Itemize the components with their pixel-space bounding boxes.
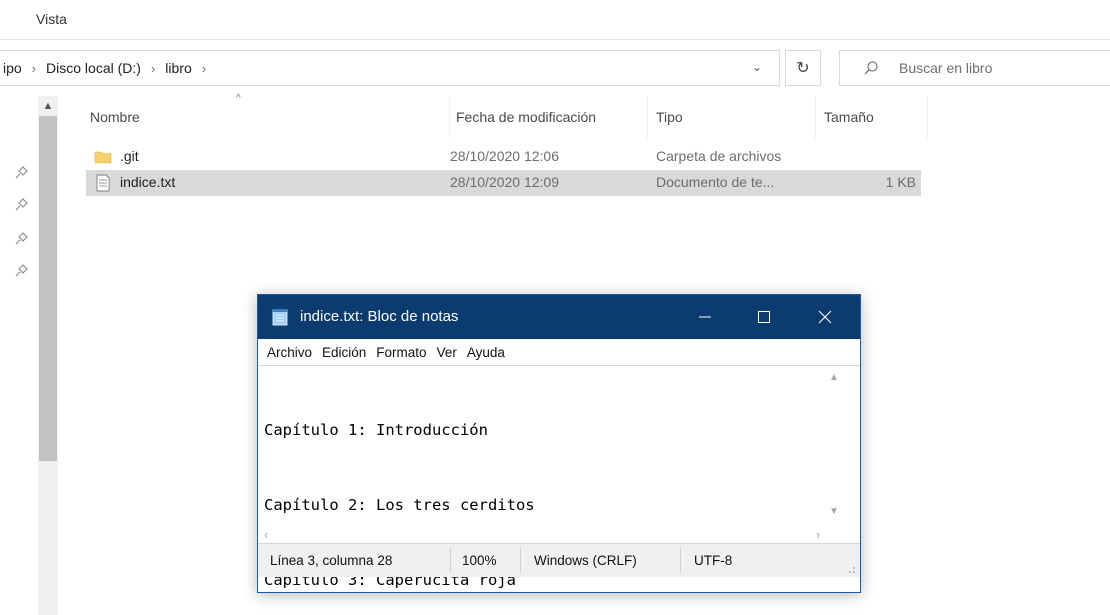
chevron-right-icon[interactable]: › bbox=[195, 61, 213, 76]
breadcrumb-item-disco[interactable]: Disco local (D:) bbox=[43, 60, 144, 76]
close-button[interactable] bbox=[802, 295, 848, 339]
search-icon bbox=[864, 61, 878, 75]
status-encoding: UTF-8 bbox=[694, 553, 733, 568]
maximize-button[interactable] bbox=[741, 295, 787, 339]
status-divider bbox=[520, 548, 521, 572]
pin-icon[interactable] bbox=[14, 198, 28, 212]
search-placeholder: Buscar en libro bbox=[899, 60, 993, 76]
notepad-editor[interactable]: Capítulo 1: Introducción Capítulo 2: Los… bbox=[258, 365, 860, 589]
scroll-up-icon[interactable]: ▲ bbox=[38, 100, 58, 116]
address-row: ipo › Disco local (D:) › libro › ⌄ ↻ Bus… bbox=[0, 50, 1110, 88]
chevron-right-icon[interactable]: › bbox=[25, 61, 43, 76]
notepad-title: indice.txt: Bloc de notas bbox=[300, 308, 459, 325]
file-row-indice[interactable]: indice.txt 28/10/2020 12:09 Documento de… bbox=[86, 170, 921, 196]
minimize-icon bbox=[699, 316, 711, 318]
pin-icon[interactable] bbox=[14, 264, 28, 278]
nav-scrollbar-thumb[interactable] bbox=[39, 116, 57, 461]
menu-ver[interactable]: Ver bbox=[437, 345, 457, 360]
menu-archivo[interactable]: Archivo bbox=[267, 345, 312, 360]
chevron-right-icon[interactable]: › bbox=[144, 61, 162, 76]
column-header-size[interactable]: Tamaño bbox=[816, 96, 928, 138]
status-zoom: 100% bbox=[462, 553, 497, 568]
menu-ayuda[interactable]: Ayuda bbox=[467, 345, 505, 360]
horizontal-scrollbar[interactable]: ‹ › bbox=[258, 526, 844, 544]
editor-text[interactable]: Capítulo 1: Introducción Capítulo 2: Los… bbox=[264, 368, 824, 589]
scroll-left-icon[interactable]: ‹ bbox=[264, 527, 268, 542]
resize-grip-icon[interactable] bbox=[844, 562, 856, 574]
file-type: Carpeta de archivos bbox=[656, 148, 782, 164]
minimize-button[interactable] bbox=[682, 295, 728, 339]
menu-formato[interactable]: Formato bbox=[376, 345, 426, 360]
breadcrumb-item-equipo[interactable]: ipo bbox=[0, 60, 25, 76]
notepad-titlebar[interactable]: indice.txt: Bloc de notas bbox=[258, 295, 860, 339]
column-header-label: Fecha de modificación bbox=[456, 109, 597, 125]
menu-edicion[interactable]: Edición bbox=[322, 345, 366, 360]
column-header-date[interactable]: Fecha de modificación bbox=[450, 96, 648, 138]
notepad-statusbar: Línea 3, columna 28 100% Windows (CRLF) … bbox=[258, 543, 860, 577]
column-header-label: Tamaño bbox=[824, 109, 874, 125]
status-divider bbox=[680, 548, 681, 572]
file-date: 28/10/2020 12:06 bbox=[450, 148, 559, 164]
address-bar[interactable]: ipo › Disco local (D:) › libro › ⌄ bbox=[0, 50, 780, 86]
refresh-button[interactable]: ↻ bbox=[785, 50, 821, 86]
notepad-icon bbox=[272, 309, 288, 326]
column-header-label: Tipo bbox=[656, 109, 683, 125]
folder-icon bbox=[94, 151, 112, 164]
notepad-menubar: Archivo Edición Formato Ver Ayuda bbox=[258, 339, 860, 365]
file-type: Documento de te... bbox=[656, 174, 775, 190]
sort-up-icon: ^ bbox=[236, 93, 241, 104]
maximize-icon bbox=[758, 311, 770, 323]
file-name: .git bbox=[120, 148, 139, 164]
file-list: Nombre ^ Fecha de modificación Tipo Tama… bbox=[80, 93, 960, 216]
column-header-name[interactable]: Nombre ^ bbox=[80, 93, 450, 138]
file-row-git[interactable]: .git 28/10/2020 12:06 Carpeta de archivo… bbox=[86, 144, 921, 170]
scroll-up-icon[interactable]: ▲ bbox=[829, 372, 839, 383]
editor-line: Capítulo 1: Introducción bbox=[264, 421, 488, 439]
notepad-window: indice.txt: Bloc de notas Archivo Edició… bbox=[257, 294, 861, 593]
vertical-scrollbar[interactable]: ▲ ▼ bbox=[826, 366, 844, 526]
breadcrumb-item-libro[interactable]: libro bbox=[162, 60, 194, 76]
status-cursor-position: Línea 3, columna 28 bbox=[270, 553, 393, 568]
scroll-down-icon[interactable]: ▼ bbox=[829, 506, 839, 517]
text-file-icon bbox=[96, 174, 110, 192]
status-line-ending: Windows (CRLF) bbox=[534, 553, 637, 568]
breadcrumb: ipo › Disco local (D:) › libro › bbox=[0, 60, 213, 76]
ribbon: Vista bbox=[0, 0, 1110, 40]
pin-icon[interactable] bbox=[14, 166, 28, 180]
navigation-pane: ▲ bbox=[0, 96, 60, 615]
chevron-down-icon[interactable]: ⌄ bbox=[752, 60, 762, 74]
pin-icon[interactable] bbox=[14, 232, 28, 246]
file-date: 28/10/2020 12:09 bbox=[450, 174, 559, 190]
column-header-label: Nombre bbox=[90, 109, 140, 125]
search-input[interactable]: Buscar en libro bbox=[839, 50, 1110, 86]
file-size: 1 KB bbox=[885, 174, 916, 190]
column-header-type[interactable]: Tipo bbox=[648, 96, 816, 138]
editor-line: Capítulo 2: Los tres cerditos bbox=[264, 496, 535, 514]
file-name: indice.txt bbox=[120, 174, 176, 190]
refresh-icon: ↻ bbox=[796, 60, 810, 77]
close-icon bbox=[818, 310, 832, 324]
status-divider bbox=[450, 548, 451, 572]
column-headers: Nombre ^ Fecha de modificación Tipo Tama… bbox=[80, 93, 930, 138]
ribbon-tab-view[interactable]: Vista bbox=[36, 11, 67, 27]
scroll-right-icon[interactable]: › bbox=[816, 527, 820, 542]
